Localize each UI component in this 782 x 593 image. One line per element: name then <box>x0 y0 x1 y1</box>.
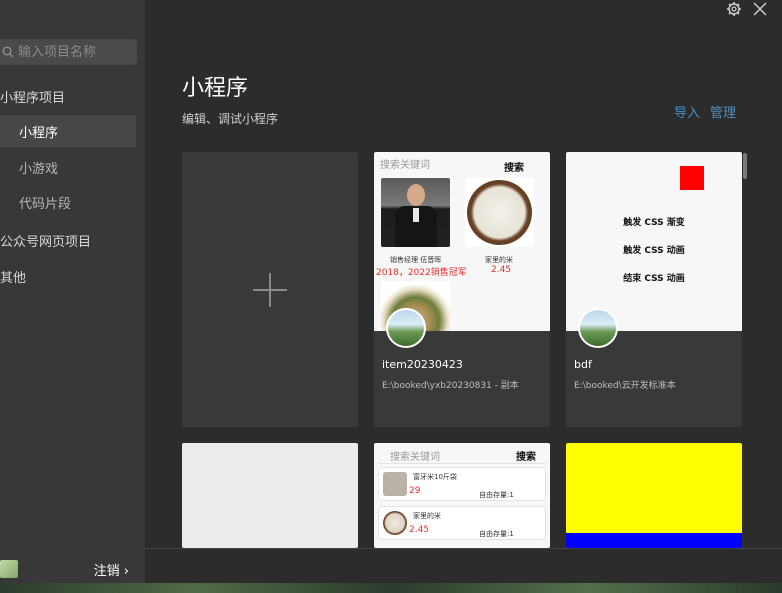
preview-search-placeholder: 搜索关键词 <box>390 452 440 463</box>
search-icon <box>2 46 14 58</box>
project-path: E:\booked\yxb20230831 - 副本 <box>382 381 519 391</box>
product-thumb <box>383 472 407 496</box>
red-square <box>680 166 704 190</box>
plus-icon <box>253 272 287 307</box>
project-card[interactable] <box>566 443 742 548</box>
scrollbar-thumb[interactable] <box>743 153 747 179</box>
item-price: 29 <box>409 486 421 496</box>
project-path: E:\booked\云开发标准本 <box>574 381 676 391</box>
project-name: item20230423 <box>382 358 463 371</box>
close-icon[interactable] <box>751 0 769 18</box>
import-link[interactable]: 导入 <box>674 102 700 121</box>
logout-button[interactable]: 注销 › <box>94 560 129 579</box>
project-card[interactable]: 搜索关键词 搜索 销售经理 伍晋晖 2018，2022销售冠军 家里的米 2.4… <box>374 152 550 427</box>
preview-caption: 家里的米 <box>485 256 513 264</box>
page-title: 小程序 <box>182 76 249 101</box>
preview-price: 2.45 <box>491 265 512 275</box>
project-preview: 搜索关键词 搜索 销售经理 伍晋晖 2018，2022销售冠军 家里的米 2.4… <box>374 152 550 331</box>
project-preview: 触发 CSS 渐变 触发 CSS 动画 结束 CSS 动画 <box>566 152 742 331</box>
app-window: 小程序项目 小程序 小游戏 代码片段 公众号网页项目 其他 注销 › 小程序 编… <box>0 0 782 593</box>
sidebar: 小程序项目 小程序 小游戏 代码片段 公众号网页项目 其他 注销 › <box>0 0 145 593</box>
project-card[interactable]: 搜索关键词 搜索 富牙米10斤袋 29 自由存量:1 家里的米 2.45 自由存… <box>374 443 550 548</box>
preview-text: 结束 CSS 动画 <box>623 274 685 284</box>
preview-caption: 销售经理 伍晋晖 <box>390 256 442 264</box>
nav-group-other[interactable]: 其他 <box>0 267 26 286</box>
product-thumb <box>383 511 407 535</box>
manage-link[interactable]: 管理 <box>710 102 736 121</box>
sidebar-item-minigame[interactable]: 小游戏 <box>0 151 136 183</box>
item-stock: 自由存量:1 <box>479 530 514 538</box>
item-price: 2.45 <box>409 525 430 535</box>
blue-block <box>566 533 742 548</box>
nav-group-official-account[interactable]: 公众号网页项目 <box>0 231 91 250</box>
search-input[interactable] <box>18 44 128 60</box>
project-avatar <box>578 308 618 348</box>
item-name: 富牙米10斤袋 <box>413 473 457 481</box>
sidebar-item-miniprogram[interactable]: 小程序 <box>0 115 136 147</box>
preview-search-placeholder: 搜索关键词 <box>380 160 430 171</box>
nav-group-miniprogram[interactable]: 小程序项目 <box>0 87 65 106</box>
search-box[interactable] <box>0 39 137 65</box>
product-image-rice <box>465 178 534 247</box>
sidebar-item-code-snippet[interactable]: 代码片段 <box>0 186 136 218</box>
preview-search-bar: 搜索关键词 搜索 <box>378 446 546 464</box>
avatar[interactable] <box>0 560 18 578</box>
preview-search-button: 搜索 <box>516 452 536 463</box>
preview-text: 触发 CSS 渐变 <box>623 218 685 228</box>
page-subtitle: 编辑、调试小程序 <box>182 112 279 126</box>
project-card[interactable]: 触发 CSS 渐变 触发 CSS 动画 结束 CSS 动画 bdf E:\boo… <box>566 152 742 427</box>
item-stock: 自由存量:1 <box>479 491 514 499</box>
preview-red-text: 2018，2022销售冠军 <box>376 268 467 278</box>
new-project-card[interactable] <box>182 152 358 427</box>
product-image-person <box>381 178 450 247</box>
list-item: 富牙米10斤袋 29 自由存量:1 <box>378 467 546 501</box>
gear-icon[interactable] <box>726 1 742 17</box>
project-avatar <box>386 308 426 348</box>
sidebar-footer: 注销 › <box>0 555 145 583</box>
preview-search-button: 搜索 <box>504 163 524 174</box>
background-strip <box>0 583 782 593</box>
project-name: bdf <box>574 358 592 371</box>
item-name: 家里的米 <box>413 512 441 520</box>
project-card[interactable] <box>182 443 358 548</box>
preview-text: 触发 CSS 动画 <box>623 246 685 256</box>
list-item: 家里的米 2.45 自由存量:1 <box>378 506 546 540</box>
